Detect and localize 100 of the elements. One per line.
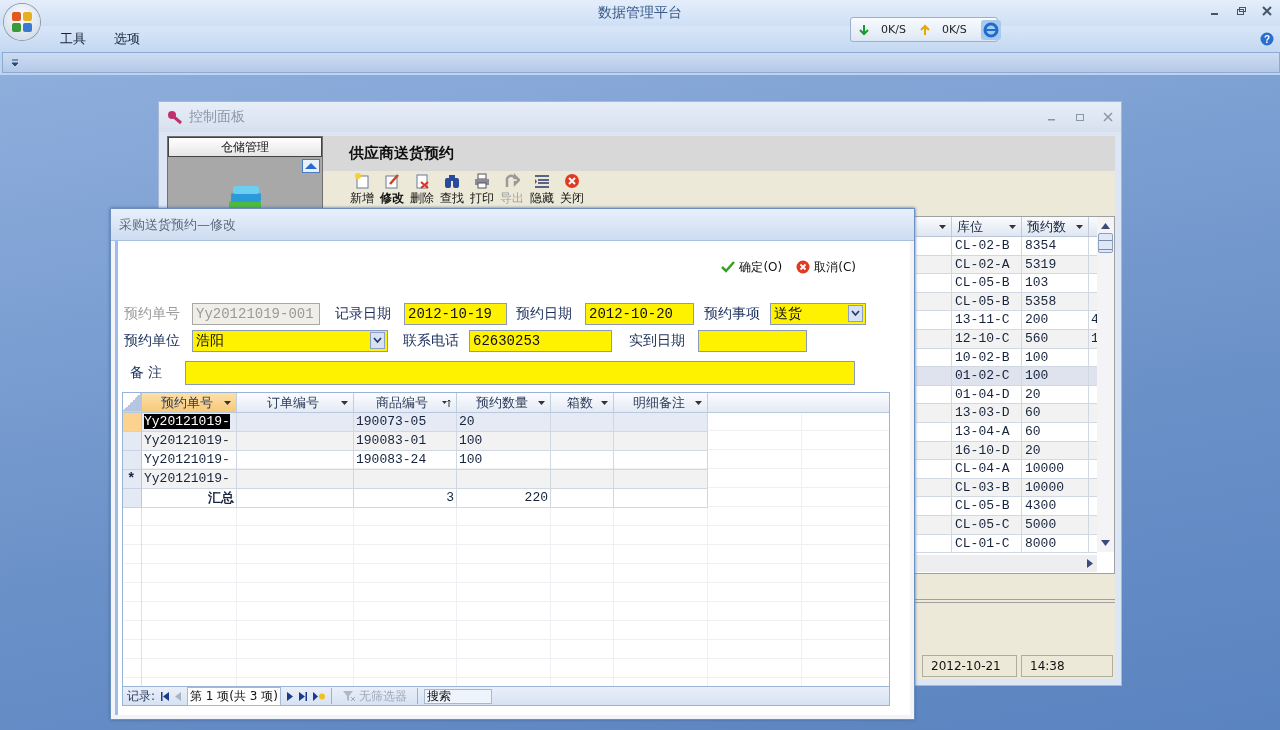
column-header[interactable]: 库位 bbox=[952, 217, 1022, 236]
table-row[interactable]: CL-05-B 4300 bbox=[916, 497, 1097, 516]
nav-group-header[interactable]: 仓储管理 bbox=[168, 137, 322, 157]
field-label: 预约单位 bbox=[124, 331, 181, 350]
field-label: 预约事项 bbox=[704, 304, 761, 323]
confirm-button[interactable]: 确定(O) bbox=[719, 258, 785, 276]
status-date: 2012-10-21 bbox=[922, 655, 1017, 677]
column-header[interactable]: 订单编号 bbox=[237, 393, 354, 412]
table-cell: 190073-05 bbox=[356, 414, 427, 429]
input-field[interactable]: 62630253 bbox=[469, 329, 612, 352]
table-cell: 200 bbox=[1022, 311, 1089, 330]
table-cell: 8354 bbox=[1022, 237, 1089, 256]
new-record-icon[interactable] bbox=[312, 691, 325, 701]
record-position[interactable]: 第 1 项(共 3 项) bbox=[187, 686, 281, 706]
scrollbar-thumb[interactable] bbox=[1098, 233, 1113, 253]
new-document-icon bbox=[354, 172, 370, 189]
upload-speed: 0K/S bbox=[941, 23, 967, 36]
table-cell: 60 bbox=[1022, 404, 1089, 423]
dialog-title: 采购送货预约—修改 bbox=[119, 215, 236, 234]
column-header[interactable]: 预约单号 bbox=[142, 393, 237, 412]
table-row[interactable]: CL-04-A 10000 bbox=[916, 460, 1097, 479]
last-record-icon[interactable] bbox=[298, 691, 307, 701]
download-speed: 0K/S bbox=[881, 23, 906, 36]
row-selector[interactable]: * bbox=[123, 470, 142, 489]
input-field[interactable] bbox=[185, 360, 855, 385]
new-button[interactable]: 新增 bbox=[347, 172, 377, 207]
scroll-down-icon[interactable] bbox=[1101, 540, 1110, 546]
pencil-icon bbox=[384, 172, 400, 189]
field-label: 实到日期 bbox=[629, 331, 686, 350]
vertical-scrollbar[interactable] bbox=[1097, 217, 1114, 552]
column-header[interactable]: 箱数 bbox=[551, 393, 614, 412]
first-record-icon[interactable] bbox=[161, 691, 170, 701]
browser-icon[interactable] bbox=[980, 19, 1001, 40]
customize-dropdown-icon[interactable] bbox=[11, 58, 19, 67]
menu-item[interactable]: 工具 bbox=[60, 30, 86, 48]
dropdown-arrow-icon[interactable] bbox=[538, 400, 545, 405]
table-cell: Yy20121019- bbox=[144, 414, 230, 429]
close-icon bbox=[564, 172, 580, 189]
sort-filter-icon[interactable] bbox=[442, 398, 451, 407]
total-label: 汇总 bbox=[208, 490, 234, 505]
close-button[interactable]: 关闭 bbox=[557, 172, 587, 207]
column-header[interactable]: 预约数 bbox=[1022, 217, 1089, 236]
column-header[interactable]: 商品编号 bbox=[354, 393, 457, 412]
field-label: 预约日期 bbox=[516, 304, 573, 323]
table-cell: 560 bbox=[1022, 329, 1089, 349]
table-cell: 12-10-C bbox=[952, 329, 1022, 349]
table-row[interactable]: Yy20121019- 190073-05 20 bbox=[123, 413, 889, 432]
scroll-right-icon[interactable] bbox=[1087, 559, 1093, 568]
dropdown-field[interactable]: 送货 bbox=[770, 302, 866, 325]
new-record-marker: * bbox=[127, 471, 136, 487]
dropdown-arrow-icon[interactable] bbox=[224, 400, 231, 405]
key-icon bbox=[167, 109, 183, 125]
app-title: 数据管理平台 bbox=[598, 4, 682, 22]
collapse-up-icon[interactable] bbox=[302, 159, 320, 173]
cancel-button[interactable]: 取消(C) bbox=[794, 258, 858, 276]
scroll-up-icon[interactable] bbox=[1101, 223, 1110, 229]
delete-button[interactable]: 删除 bbox=[407, 172, 437, 207]
edit-button[interactable]: 修改 bbox=[377, 172, 407, 207]
table-cell: 20 bbox=[459, 414, 475, 429]
search-field[interactable]: 搜索 bbox=[423, 688, 492, 704]
dropdown-arrow-icon[interactable] bbox=[601, 400, 608, 405]
dropdown-field[interactable]: 浩阳 bbox=[192, 329, 388, 352]
table-cell: 100 bbox=[1022, 367, 1089, 386]
page-title: 供应商送货预约 bbox=[349, 144, 454, 163]
menu-item[interactable]: 选项 bbox=[114, 30, 140, 48]
help-icon[interactable]: ? bbox=[1260, 32, 1274, 46]
printer-icon bbox=[474, 172, 490, 189]
dropdown-arrow-icon[interactable] bbox=[341, 400, 348, 405]
dropdown-arrow-icon[interactable] bbox=[1076, 224, 1083, 229]
table-cell: 01-02-C bbox=[952, 367, 1022, 386]
hide-button[interactable]: 隐藏 bbox=[527, 172, 557, 207]
table-cell: 190083-01 bbox=[356, 433, 427, 448]
field-label: 预约单号 bbox=[124, 304, 181, 323]
field-label: 备 注 bbox=[130, 363, 164, 382]
app-menu-orb-icon[interactable] bbox=[4, 4, 40, 40]
table-cell: Yy20121019- bbox=[144, 471, 230, 486]
next-record-icon[interactable] bbox=[286, 691, 293, 701]
dropdown-arrow-icon[interactable] bbox=[939, 224, 946, 229]
dropdown-arrow-icon[interactable] bbox=[695, 400, 702, 405]
field-label: 记录日期 bbox=[335, 304, 392, 323]
table-cell: 10000 bbox=[1022, 460, 1089, 479]
down-arrow-icon bbox=[859, 23, 869, 36]
find-button[interactable]: 查找 bbox=[437, 172, 467, 207]
input-field[interactable] bbox=[698, 329, 807, 352]
column-header[interactable]: 预约数量 bbox=[457, 393, 551, 412]
input-field[interactable]: 2012-10-19 bbox=[404, 302, 507, 325]
table-row[interactable]: 01-02-C 100 bbox=[916, 367, 1097, 386]
table-row[interactable]: 13-03-D 60 bbox=[916, 404, 1097, 423]
restore-icon[interactable] bbox=[1236, 6, 1246, 16]
table-row[interactable]: * Yy20121019- bbox=[123, 470, 889, 489]
table-row[interactable]: CL-05-B 103 bbox=[916, 274, 1097, 293]
column-header[interactable]: 明细备注 bbox=[614, 393, 708, 412]
input-field[interactable]: 2012-10-20 bbox=[585, 302, 694, 325]
print-button[interactable]: 打印 bbox=[467, 172, 497, 207]
table-row[interactable]: Yy20121019- 190083-01 100 bbox=[123, 432, 889, 451]
table-row[interactable]: CL-02-B 8354 bbox=[916, 237, 1097, 256]
close-icon[interactable] bbox=[1262, 6, 1272, 16]
horizontal-scrollbar[interactable] bbox=[916, 555, 1097, 572]
dropdown-arrow-icon[interactable] bbox=[1009, 224, 1016, 229]
table-cell: 13-03-D bbox=[952, 404, 1022, 423]
